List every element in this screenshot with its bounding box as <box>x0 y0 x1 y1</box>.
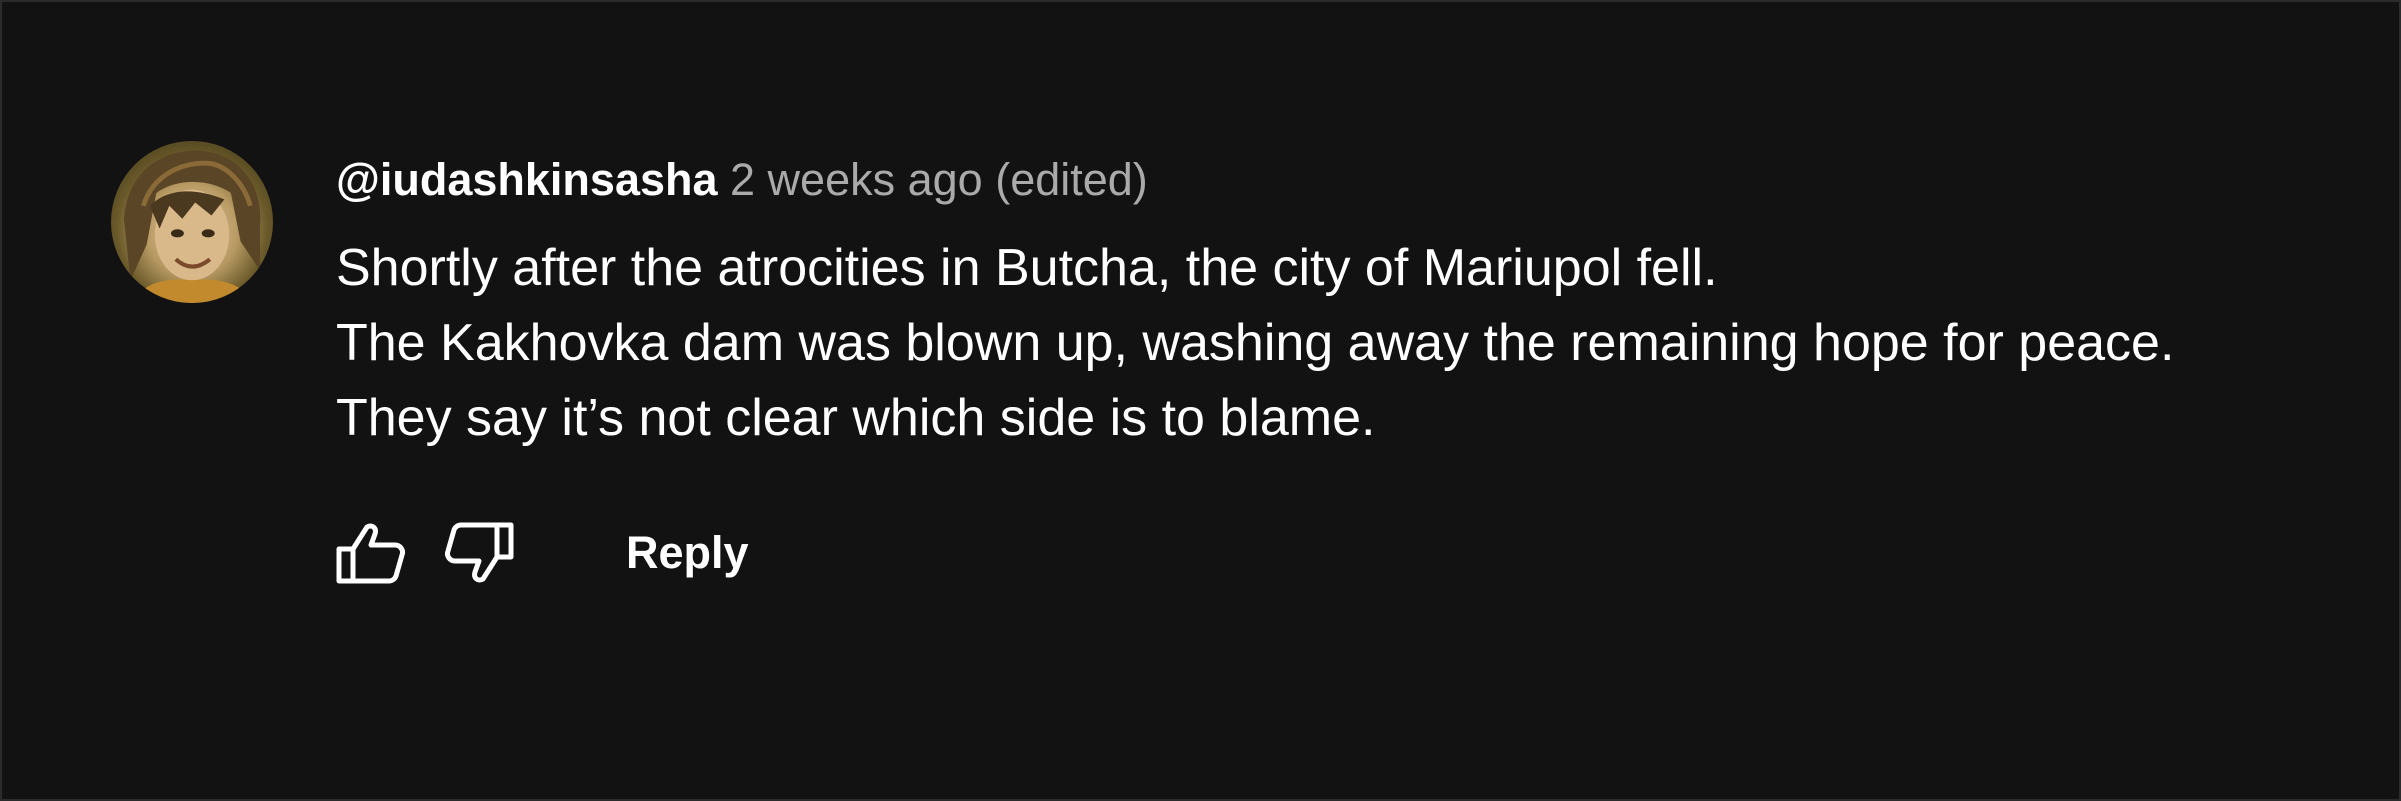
edited-label: (edited) <box>995 154 1148 205</box>
comment-body: @iudashkinsasha 2 weeks ago (edited) Sho… <box>336 152 2326 456</box>
avatar[interactable] <box>111 141 273 303</box>
comment-line: They say it’s not clear which side is to… <box>336 389 1376 447</box>
avatar-image <box>123 150 261 303</box>
comment-line: The Kakhovka dam was blown up, washing a… <box>336 314 2175 372</box>
comment-header: @iudashkinsasha 2 weeks ago (edited) <box>336 152 2326 208</box>
reply-button[interactable]: Reply <box>626 527 749 579</box>
comment-line: Shortly after the atrocities in Butcha, … <box>336 239 1718 297</box>
comment-timestamp[interactable]: 2 weeks ago <box>730 154 983 205</box>
comment-author[interactable]: @iudashkinsasha <box>336 154 718 205</box>
comment-actions: Reply <box>332 520 749 586</box>
like-button[interactable] <box>332 520 410 586</box>
comment-card: @iudashkinsasha 2 weeks ago (edited) Sho… <box>2 2 2399 799</box>
thumbs-down-icon <box>445 522 514 583</box>
comment-text: Shortly after the atrocities in Butcha, … <box>336 231 2326 456</box>
dislike-button[interactable] <box>440 520 518 586</box>
thumbs-up-icon <box>336 523 405 584</box>
